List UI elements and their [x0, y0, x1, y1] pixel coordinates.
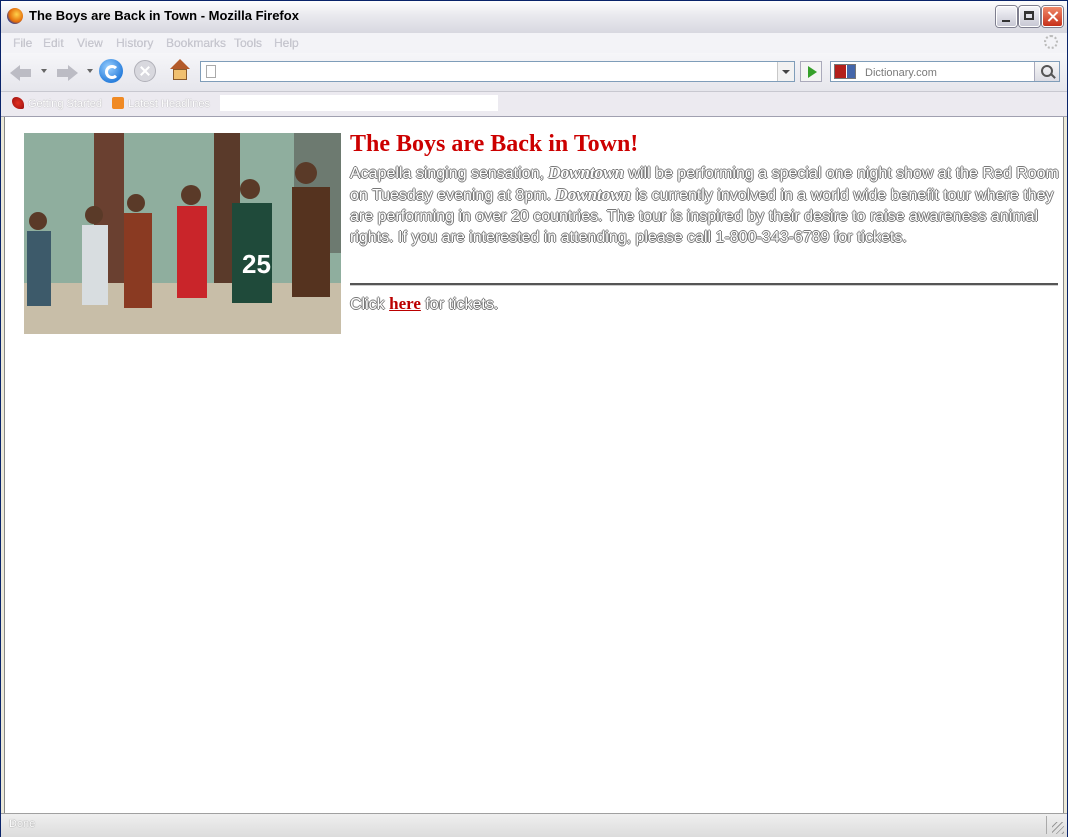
- menu-tools[interactable]: Tools: [234, 36, 262, 50]
- tickets-line: Click here for tickets.: [350, 294, 498, 314]
- stop-icon[interactable]: [134, 60, 156, 82]
- bookmarks-toolbar: Getting Started Latest Headlines: [1, 92, 1067, 117]
- firefox-icon: [12, 97, 24, 109]
- firefox-icon: [7, 8, 23, 24]
- close-icon: [1043, 7, 1062, 26]
- menu-file[interactable]: File: [13, 36, 32, 50]
- bookmark-label: Getting Started: [28, 98, 102, 110]
- browser-window: The Boys are Back in Town - Mozilla Fire…: [0, 0, 1068, 837]
- search-bar[interactable]: [830, 61, 1060, 82]
- bookmark-getting-started[interactable]: Getting Started: [12, 97, 102, 110]
- group-name: Downtown: [555, 185, 632, 204]
- status-text: Done: [9, 818, 36, 830]
- resize-grip-icon[interactable]: [1052, 822, 1064, 834]
- address-bar[interactable]: [200, 61, 795, 82]
- bookmark-label: Latest Headlines: [128, 98, 210, 110]
- tickets-suffix: for tickets.: [420, 296, 499, 313]
- page-content: 25 The Boys are Back in Town! Acapella s…: [4, 117, 1064, 813]
- go-button[interactable]: [800, 61, 822, 82]
- bookmark-latest-headlines[interactable]: Latest Headlines: [112, 97, 210, 110]
- tickets-prefix: Click: [350, 296, 390, 313]
- minimize-icon: [997, 7, 1016, 26]
- description-text: Acapella singing sensation,: [350, 165, 549, 182]
- title-bar[interactable]: The Boys are Back in Town - Mozilla Fire…: [1, 1, 1067, 34]
- maximize-button[interactable]: [1019, 6, 1040, 27]
- menu-view[interactable]: View: [77, 36, 103, 50]
- back-button[interactable]: [9, 61, 33, 85]
- menu-edit[interactable]: Edit: [43, 36, 64, 50]
- minimize-button[interactable]: [996, 6, 1017, 27]
- menu-history[interactable]: History: [116, 36, 153, 50]
- tickets-link[interactable]: here: [389, 294, 421, 313]
- maximize-icon: [1020, 7, 1039, 26]
- status-divider: [1046, 816, 1047, 834]
- status-bar: Done: [1, 813, 1067, 837]
- bookmarks-empty-area: [220, 95, 498, 111]
- dictionary-icon[interactable]: [834, 64, 856, 79]
- search-input[interactable]: [863, 63, 1032, 82]
- forward-button[interactable]: [55, 61, 79, 85]
- event-description: Acapella singing sensation, Downtown wil…: [350, 162, 1059, 248]
- window-title: The Boys are Back in Town - Mozilla Fire…: [29, 8, 299, 23]
- close-button[interactable]: [1042, 6, 1063, 27]
- page-headline: The Boys are Back in Town!: [350, 131, 639, 157]
- forward-history-dropdown-icon[interactable]: [87, 69, 93, 73]
- home-icon[interactable]: [168, 59, 192, 83]
- reload-icon[interactable]: [99, 59, 123, 83]
- url-history-dropdown[interactable]: [777, 62, 794, 81]
- page-icon: [206, 65, 216, 78]
- search-button[interactable]: [1034, 62, 1059, 81]
- svg-text:25: 25: [242, 249, 271, 279]
- back-history-dropdown-icon[interactable]: [41, 69, 47, 73]
- group-name: Downtown: [548, 163, 624, 182]
- menu-bar: File Edit View History Bookmarks Tools H…: [1, 33, 1067, 53]
- activity-throbber-icon: [1044, 35, 1058, 49]
- rss-feed-icon: [112, 97, 124, 109]
- horizontal-divider: [350, 283, 1058, 286]
- url-input[interactable]: [223, 63, 777, 82]
- menu-bookmarks[interactable]: Bookmarks: [166, 36, 226, 50]
- menu-help[interactable]: Help: [274, 36, 299, 50]
- group-photo: 25: [24, 133, 341, 334]
